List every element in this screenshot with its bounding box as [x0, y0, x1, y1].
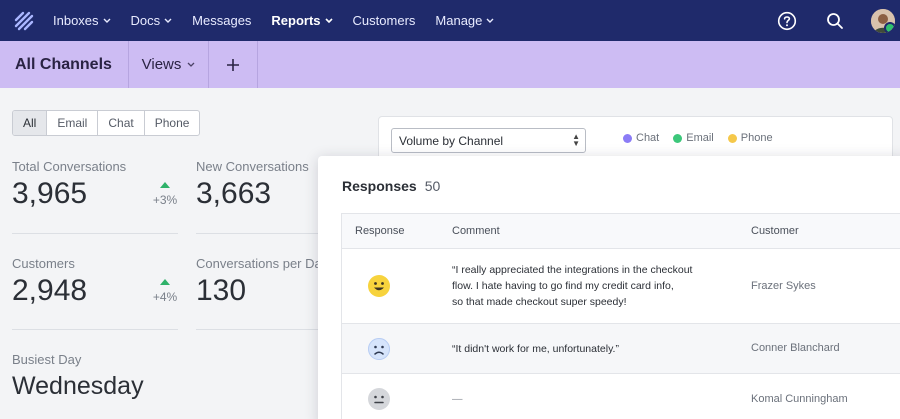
nav-manage[interactable]: Manage [435, 13, 494, 28]
customers-value: 2,948 [12, 274, 88, 307]
column-response[interactable]: Response [355, 225, 405, 237]
stat-divider [196, 233, 318, 234]
filter-all[interactable]: All [13, 111, 47, 135]
legend-chat: Chat [623, 132, 659, 144]
conversations-per-day-value: 130 [196, 274, 247, 307]
response-comment: “I really appreciated the integrations i… [452, 262, 692, 310]
nav-customers-label: Customers [352, 13, 416, 28]
chevron-down-icon [103, 18, 111, 23]
total-conversations-delta: +3% [150, 182, 180, 207]
nav-right-tools [775, 0, 900, 41]
logo-icon[interactable] [13, 10, 35, 32]
table-row[interactable]: “I really appreciated the integrations i… [342, 249, 900, 324]
total-conversations-label: Total Conversations [12, 159, 127, 174]
busiest-day-value: Wednesday [12, 372, 144, 400]
nav-manage-label: Manage [435, 13, 483, 28]
total-conversations-delta-text: +3% [152, 193, 178, 207]
total-conversations-value: 3,965 [12, 177, 88, 210]
views-dropdown[interactable]: Views [129, 41, 209, 88]
customer-name[interactable]: Frazer Sykes [751, 280, 816, 292]
phone-dot-icon [727, 133, 737, 143]
stat-divider [12, 233, 178, 234]
responses-table: Response Comment Customer “I really appr… [341, 213, 900, 419]
top-navigation: Inboxes Docs Messages Reports Customers … [0, 0, 900, 41]
nav-messages-label: Messages [192, 13, 252, 28]
happy-face-icon [368, 275, 390, 297]
responses-header: Responses 50 [342, 178, 440, 194]
chevron-down-icon [486, 18, 494, 23]
table-header: Response Comment Customer [342, 214, 900, 249]
filter-email[interactable]: Email [46, 111, 97, 135]
filter-chat[interactable]: Chat [97, 111, 143, 135]
nav-customers[interactable]: Customers [353, 13, 416, 28]
neutral-face-icon [368, 388, 390, 410]
filter-phone[interactable]: Phone [143, 111, 200, 135]
select-arrows-icon: ▲ ▼ [572, 132, 580, 148]
table-row[interactable]: — Komal Cunningham [342, 374, 900, 419]
nav-reports-label: Reports [271, 13, 321, 28]
responses-panel: Responses 50 Response Comment Customer “… [318, 156, 900, 419]
nav-messages[interactable]: Messages [192, 13, 251, 28]
channel-header: All Channels Views [0, 41, 900, 88]
nav-reports[interactable]: Reports [271, 13, 333, 28]
legend-email-label: Email [686, 132, 714, 144]
comment-line: so that made checkout super speedy! [452, 296, 627, 308]
page-title: All Channels [0, 41, 129, 88]
table-row[interactable]: “It didn't work for me, unfortunately.” … [342, 324, 900, 374]
chart-legend: Chat Email Phone [623, 132, 773, 144]
customers-delta: +4% [150, 279, 180, 304]
legend-phone: Phone [727, 132, 773, 144]
email-dot-icon [673, 133, 683, 143]
nav-inboxes-label: Inboxes [53, 13, 99, 28]
plus-icon [227, 58, 239, 71]
comment-line: flow. I hate having to go find my credit… [452, 280, 674, 292]
chart-metric-select[interactable]: Volume by Channel ▲ ▼ [391, 128, 586, 153]
customer-name[interactable]: Komal Cunningham [751, 393, 848, 405]
stat-divider [12, 329, 178, 330]
responses-count: 50 [424, 178, 441, 194]
chart-metric-value: Volume by Channel [399, 133, 504, 148]
responses-title: Responses [342, 178, 417, 194]
conversations-per-day-label: Conversations per Da [196, 256, 318, 271]
legend-chat-label: Chat [636, 132, 660, 144]
channel-filter: All Email Chat Phone [12, 110, 201, 136]
customers-label: Customers [12, 256, 75, 271]
new-conversations-value: 3,663 [196, 177, 272, 210]
nav-docs[interactable]: Docs [131, 13, 173, 28]
user-avatar[interactable] [871, 8, 895, 33]
column-customer[interactable]: Customer [751, 225, 799, 237]
customer-name[interactable]: Conner Blanchard [751, 342, 840, 354]
views-label: Views [141, 56, 182, 73]
comment-line: “I really appreciated the integrations i… [452, 264, 693, 276]
nav-inboxes[interactable]: Inboxes [53, 13, 111, 28]
new-conversations-label: New Conversations [196, 159, 309, 174]
avatar-image [871, 8, 895, 33]
legend-email: Email [673, 132, 714, 144]
nav-docs-label: Docs [130, 13, 161, 28]
chevron-down-icon [187, 62, 195, 67]
sad-face-icon [368, 338, 390, 360]
response-comment: “It didn't work for me, unfortunately.” [452, 343, 619, 355]
response-comment: — [452, 393, 463, 405]
customers-delta-text: +4% [152, 290, 178, 304]
add-view-button[interactable] [209, 41, 258, 88]
help-icon[interactable] [775, 9, 799, 33]
chevron-down-icon [164, 18, 172, 23]
chevron-down-icon [324, 17, 333, 23]
busiest-day-label: Busiest Day [12, 352, 82, 367]
stat-divider [196, 329, 318, 330]
trend-up-icon [160, 279, 170, 285]
trend-up-icon [160, 182, 170, 188]
column-comment[interactable]: Comment [452, 225, 500, 237]
chat-dot-icon [623, 133, 632, 143]
legend-phone-label: Phone [740, 132, 773, 144]
search-icon[interactable] [823, 9, 847, 33]
